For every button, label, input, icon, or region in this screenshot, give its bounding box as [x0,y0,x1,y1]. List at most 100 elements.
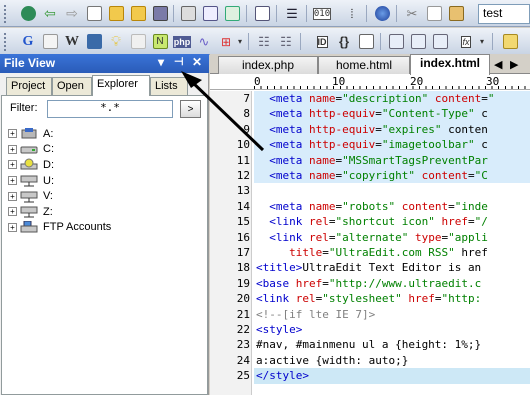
tab-open[interactable]: Open [52,77,92,95]
back-icon[interactable] [18,4,38,23]
editor-pane: index.php home.html index.html ◀ ▶ 0 10 … [210,54,530,395]
help-icon[interactable] [128,32,148,51]
browser-icon[interactable] [372,4,392,23]
apply-filter-button[interactable]: > [180,100,201,118]
spell-check-icon[interactable] [222,4,242,23]
code-line[interactable]: <meta http-equiv="Content-Type" c [256,106,488,121]
code-line[interactable]: <link rel="shortcut icon" href="/ [256,214,488,229]
tree-item-a[interactable]: + A: [8,126,111,142]
indent-icon[interactable]: ☷ [254,32,274,51]
code-line[interactable]: <link rel="stylesheet" href="http: [256,291,481,306]
tab-explorer[interactable]: Explorer [92,75,150,96]
copy-icon[interactable] [424,4,444,23]
secondary-toolbar: G W 💡︎ N php ∿ ⊞ ▾ ☷ ☷ ID {} fx ▾ [0,28,530,55]
idea-icon[interactable]: 💡︎ [106,32,126,51]
line-number: 11 [236,153,250,167]
ftp-icon [20,220,38,233]
code-line[interactable]: </style> [256,368,309,383]
windows-icon[interactable]: ⊞ [216,32,236,51]
expand-icon[interactable]: + [8,129,17,139]
pin-icon[interactable]: ⊣ [174,55,184,68]
dropdown-icon[interactable]: ▾ [158,55,164,69]
function-icon[interactable]: fx [456,32,476,51]
tree-item-u[interactable]: + U: [8,173,111,189]
brackets-icon[interactable]: {} [334,32,354,51]
print-icon[interactable] [178,4,198,23]
code-line[interactable]: #nav, #mainmenu ul a {height: 1%;} [256,337,481,352]
code-line[interactable]: title="UltraEdit.com RSS" href [256,245,488,260]
dictionary-icon[interactable] [84,32,104,51]
tab-index-html[interactable]: index.html [410,54,490,75]
tree-item-ftp-accounts[interactable]: + FTP Accounts [8,220,111,236]
compare-icon[interactable] [386,32,406,51]
close-icon[interactable]: ✕ [192,55,202,69]
code-line[interactable]: <base href="http://www.ultraedit.c [256,276,481,291]
save-icon[interactable] [150,4,170,23]
close-file-icon[interactable] [128,4,148,23]
cut-icon[interactable]: ✂ [402,4,422,23]
code-line[interactable]: <meta http-equiv="imagetoolbar" c [256,137,488,152]
tree-item-z[interactable]: + Z: [8,204,111,220]
code-line[interactable]: <meta name="robots" content="inde [256,199,488,214]
column-mode-icon[interactable]: ⦙ [342,4,362,23]
wikipedia-icon[interactable]: W [62,32,82,51]
expand-icon[interactable]: + [8,144,17,154]
toolbar-grip[interactable] [3,32,7,51]
tab-lists[interactable]: Lists [150,77,188,95]
code-line[interactable]: <meta name="copyright" content="C [256,168,488,183]
chevron-down-icon[interactable]: ▾ [236,32,244,51]
tab-project[interactable]: Project [6,77,52,95]
paste-icon[interactable] [446,4,466,23]
forward-icon[interactable]: ⇦ [40,4,60,23]
id-icon[interactable]: ID [312,32,332,51]
expand-icon[interactable]: + [8,191,17,201]
print-preview-icon[interactable] [200,4,220,23]
tree-item-v[interactable]: + V: [8,188,111,204]
document-icon[interactable] [252,4,272,23]
tree-item-d[interactable]: + D: [8,157,111,173]
hex-icon[interactable]: 010 [312,4,332,23]
wrap-icon[interactable]: ☰ [282,4,302,23]
tab-scroll-left-icon[interactable]: ◀ [494,58,502,71]
code-line[interactable]: <!--[if lte IE 7]> [256,307,375,322]
google-icon[interactable]: G [18,32,38,51]
list-icon[interactable] [356,32,376,51]
next-icon[interactable]: ⇨ [62,4,82,23]
code-area[interactable]: <meta name="description" content=" <meta… [254,91,530,395]
drive-tree: + A: + C: + D: + U: + V: + Z: + FTP Acco… [8,126,111,235]
code-line[interactable]: a:active {width: auto;} [256,353,408,368]
code-line[interactable]: <meta http-equiv="expires" conten [256,122,488,137]
code-line[interactable]: <meta name="description" content=" [256,91,494,106]
expand-icon[interactable]: + [8,160,17,170]
tab-index-php[interactable]: index.php [218,56,318,74]
code-line[interactable]: <meta name="MSSmartTagsPreventPar [256,153,488,168]
tree-item-label: A: [43,127,54,140]
expand-icon[interactable]: + [8,222,17,232]
toolbar-grip[interactable] [3,4,7,23]
tree-item-c[interactable]: + C: [8,142,111,158]
sort-icon[interactable] [408,32,428,51]
notes-icon[interactable]: N [150,32,170,51]
open-folder-icon[interactable] [106,4,126,23]
new-file-icon[interactable] [84,4,104,23]
code-line[interactable]: <title>UltraEdit Text Editor is an [256,260,481,275]
expand-icon[interactable]: + [8,176,17,186]
tree-item-label: C: [43,143,54,156]
tab-home-html[interactable]: home.html [318,56,410,74]
php-icon[interactable]: php [172,32,192,51]
code-line[interactable]: <style> [256,322,302,337]
code-line[interactable]: <link rel="alternate" type="appli [256,230,488,245]
tab-scroll-right-icon[interactable]: ▶ [510,58,518,71]
filter-input[interactable]: *.* [47,100,173,118]
expand-icon[interactable]: + [8,207,17,217]
chevron-down-icon[interactable]: ▾ [478,32,486,51]
tree-item-label: FTP Accounts [43,221,112,234]
macro-icon[interactable]: ∿ [194,32,214,51]
format-icon[interactable] [430,32,450,51]
line-number: 25 [236,369,250,383]
unindent-icon[interactable]: ☷ [276,32,296,51]
find-input[interactable]: test [478,4,530,24]
line-number: 20 [236,292,250,306]
script-icon[interactable] [500,32,520,51]
find-icon[interactable] [40,32,60,51]
